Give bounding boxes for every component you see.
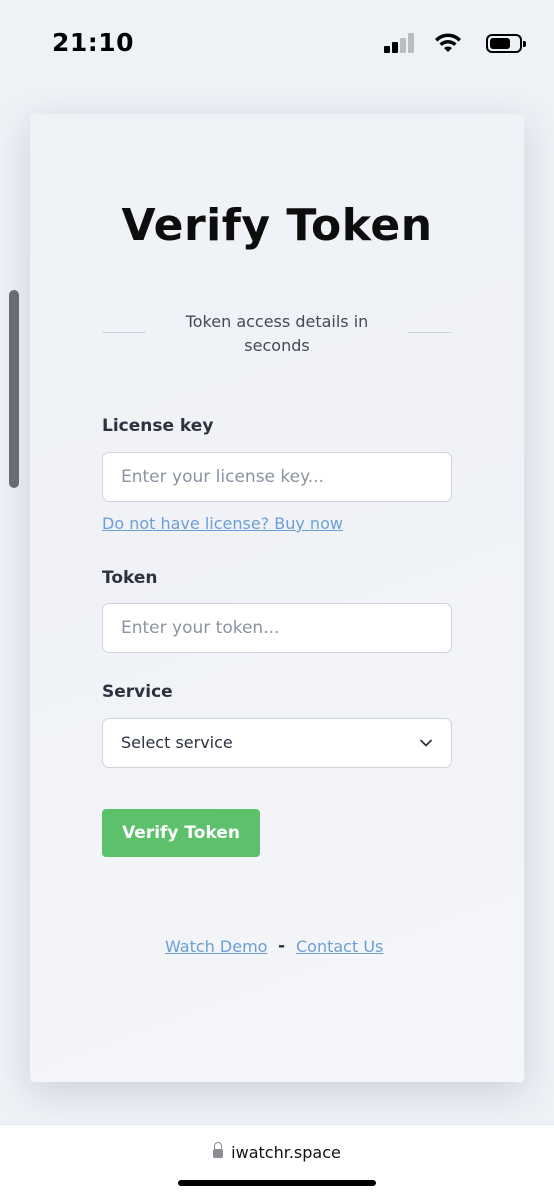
- license-key-label: License key: [102, 416, 214, 436]
- lock-icon: [213, 1142, 224, 1159]
- url-text: iwatchr.space: [231, 1143, 341, 1162]
- cellular-signal-icon: [384, 33, 414, 53]
- subtitle-section: Token access details in seconds: [102, 310, 452, 360]
- page-title: Verify Token: [121, 200, 433, 251]
- divider-left: [102, 332, 146, 333]
- license-key-input[interactable]: [102, 452, 452, 502]
- contact-us-link[interactable]: Contact Us: [296, 937, 383, 956]
- service-select[interactable]: Select service: [102, 718, 452, 768]
- status-time: 21:10: [52, 28, 135, 57]
- token-label: Token: [102, 568, 158, 588]
- home-indicator[interactable]: [178, 1180, 376, 1186]
- battery-icon: [486, 34, 526, 53]
- browser-url-bar[interactable]: iwatchr.space: [0, 1124, 554, 1200]
- watch-demo-link[interactable]: Watch Demo: [165, 937, 267, 956]
- service-selected-value: Select service: [121, 733, 233, 752]
- buy-license-link[interactable]: Do not have license? Buy now: [102, 514, 343, 533]
- divider-right: [408, 332, 452, 333]
- battery-fill: [490, 38, 510, 49]
- verify-token-button[interactable]: Verify Token: [102, 809, 260, 857]
- service-label: Service: [102, 682, 173, 702]
- scrollbar-handle[interactable]: [9, 290, 19, 488]
- wifi-icon: [435, 33, 461, 52]
- chevron-down-icon: [420, 739, 432, 747]
- verify-card: Verify Token Token access details in sec…: [30, 114, 524, 1082]
- token-input[interactable]: [102, 603, 452, 653]
- page-subtitle: Token access details in seconds: [185, 312, 369, 355]
- status-icons: [366, 33, 526, 55]
- url-display[interactable]: iwatchr.space: [0, 1142, 554, 1162]
- status-bar: 21:10: [0, 0, 554, 90]
- footer-separator: -: [278, 936, 286, 956]
